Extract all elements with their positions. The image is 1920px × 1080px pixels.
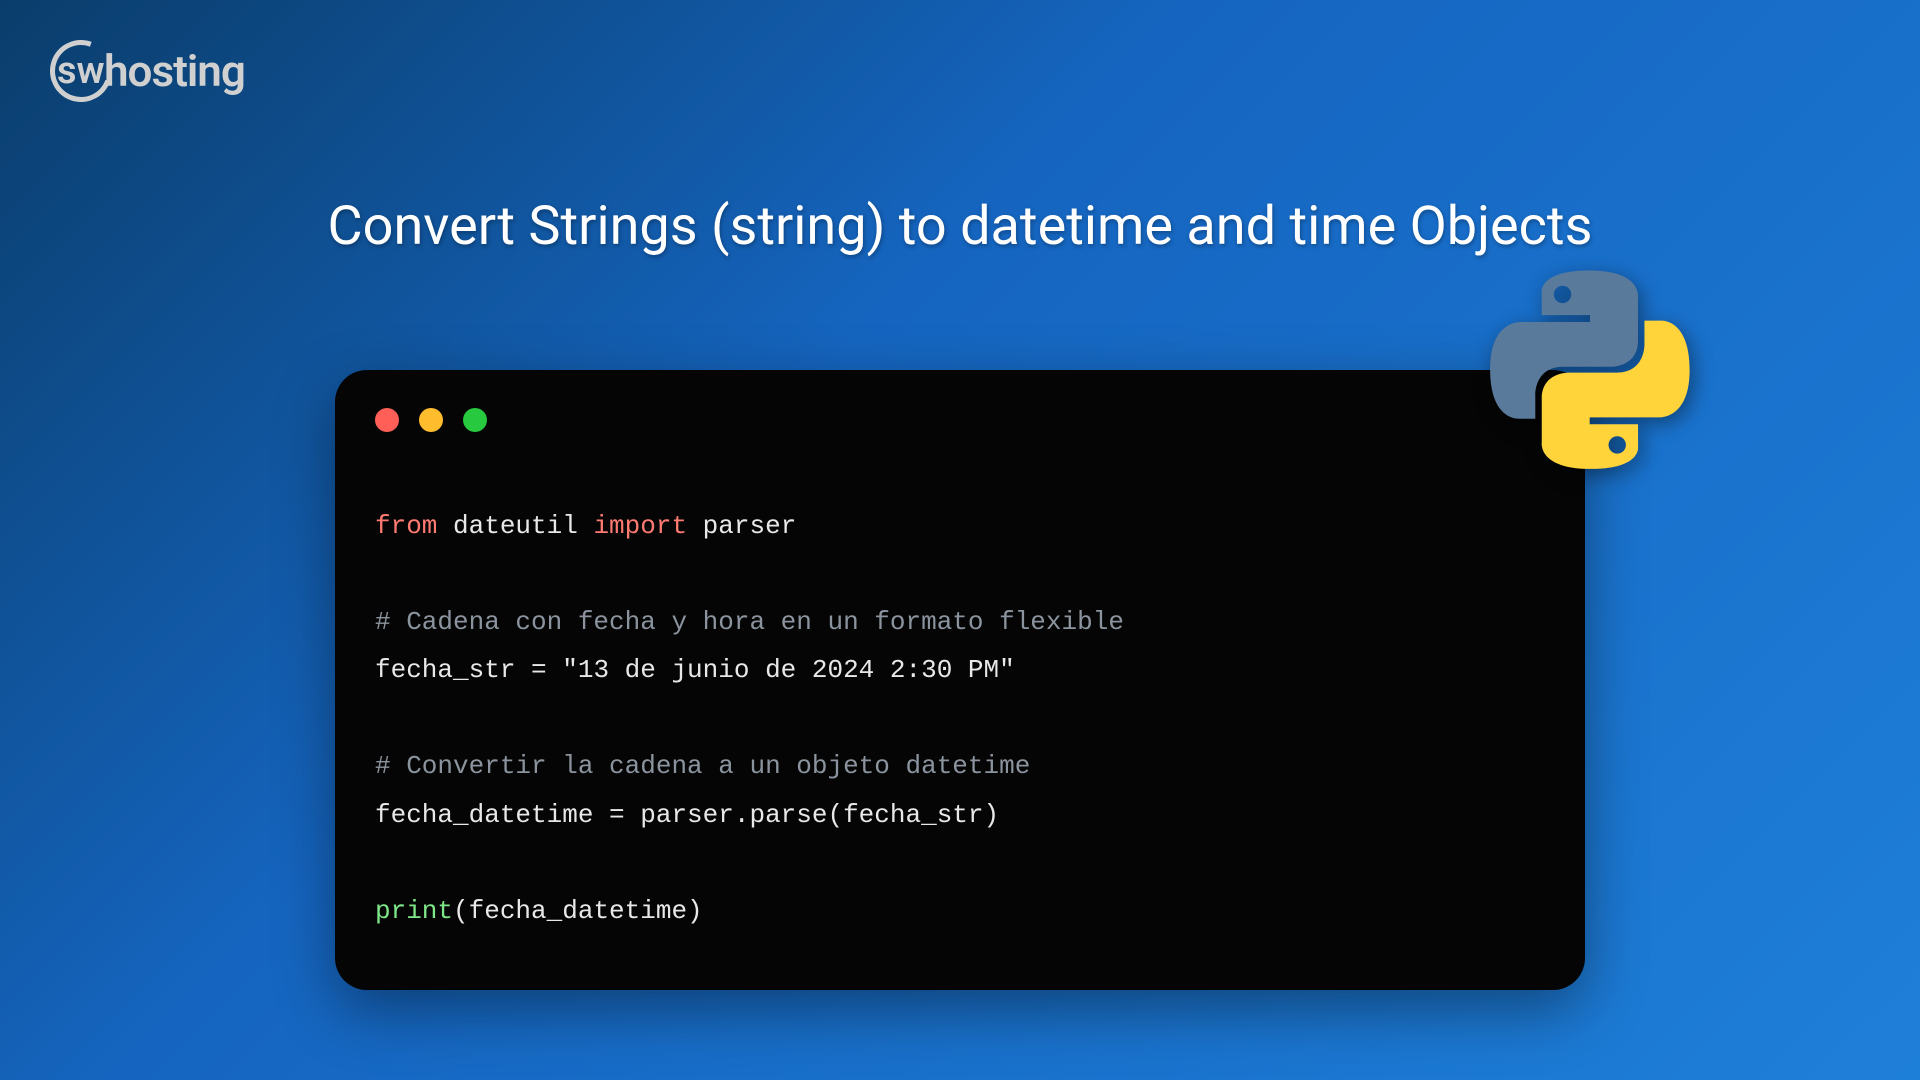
code-blank-line bbox=[375, 694, 1545, 742]
logo: sw hosting bbox=[50, 40, 245, 102]
code-block: from dateutil import parser # Cadena con… bbox=[375, 502, 1545, 935]
logo-circle-text: sw bbox=[57, 49, 105, 93]
keyword-import: import bbox=[593, 511, 687, 541]
maximize-button-icon bbox=[463, 408, 487, 432]
code-blank-line bbox=[375, 839, 1545, 887]
import-item: parser bbox=[687, 511, 796, 541]
code-line-5: fecha_datetime = parser.parse(fecha_str) bbox=[375, 791, 1545, 839]
minimize-button-icon bbox=[419, 408, 443, 432]
python-logo-icon bbox=[1490, 270, 1690, 470]
function-args: (fecha_datetime) bbox=[453, 896, 703, 926]
code-line-3: fecha_str = "13 de junio de 2024 2:30 PM… bbox=[375, 646, 1545, 694]
code-line-1: from dateutil import parser bbox=[375, 502, 1545, 550]
page-title: Convert Strings (string) to datetime and… bbox=[328, 195, 1593, 258]
code-comment-2: # Convertir la cadena a un objeto dateti… bbox=[375, 742, 1545, 790]
code-blank-line bbox=[375, 550, 1545, 598]
code-comment-1: # Cadena con fecha y hora en un formato … bbox=[375, 598, 1545, 646]
traffic-lights bbox=[375, 408, 1545, 432]
code-line-6: print(fecha_datetime) bbox=[375, 887, 1545, 935]
logo-text: hosting bbox=[104, 45, 245, 97]
logo-circle: sw bbox=[40, 30, 122, 112]
function-print: print bbox=[375, 896, 453, 926]
terminal-window: from dateutil import parser # Cadena con… bbox=[335, 370, 1585, 990]
variable-assign: fecha_str = bbox=[375, 655, 562, 685]
string-value: "13 de junio de 2024 2:30 PM" bbox=[562, 655, 1014, 685]
keyword-from: from bbox=[375, 511, 437, 541]
module-name: dateutil bbox=[437, 511, 593, 541]
close-button-icon bbox=[375, 408, 399, 432]
